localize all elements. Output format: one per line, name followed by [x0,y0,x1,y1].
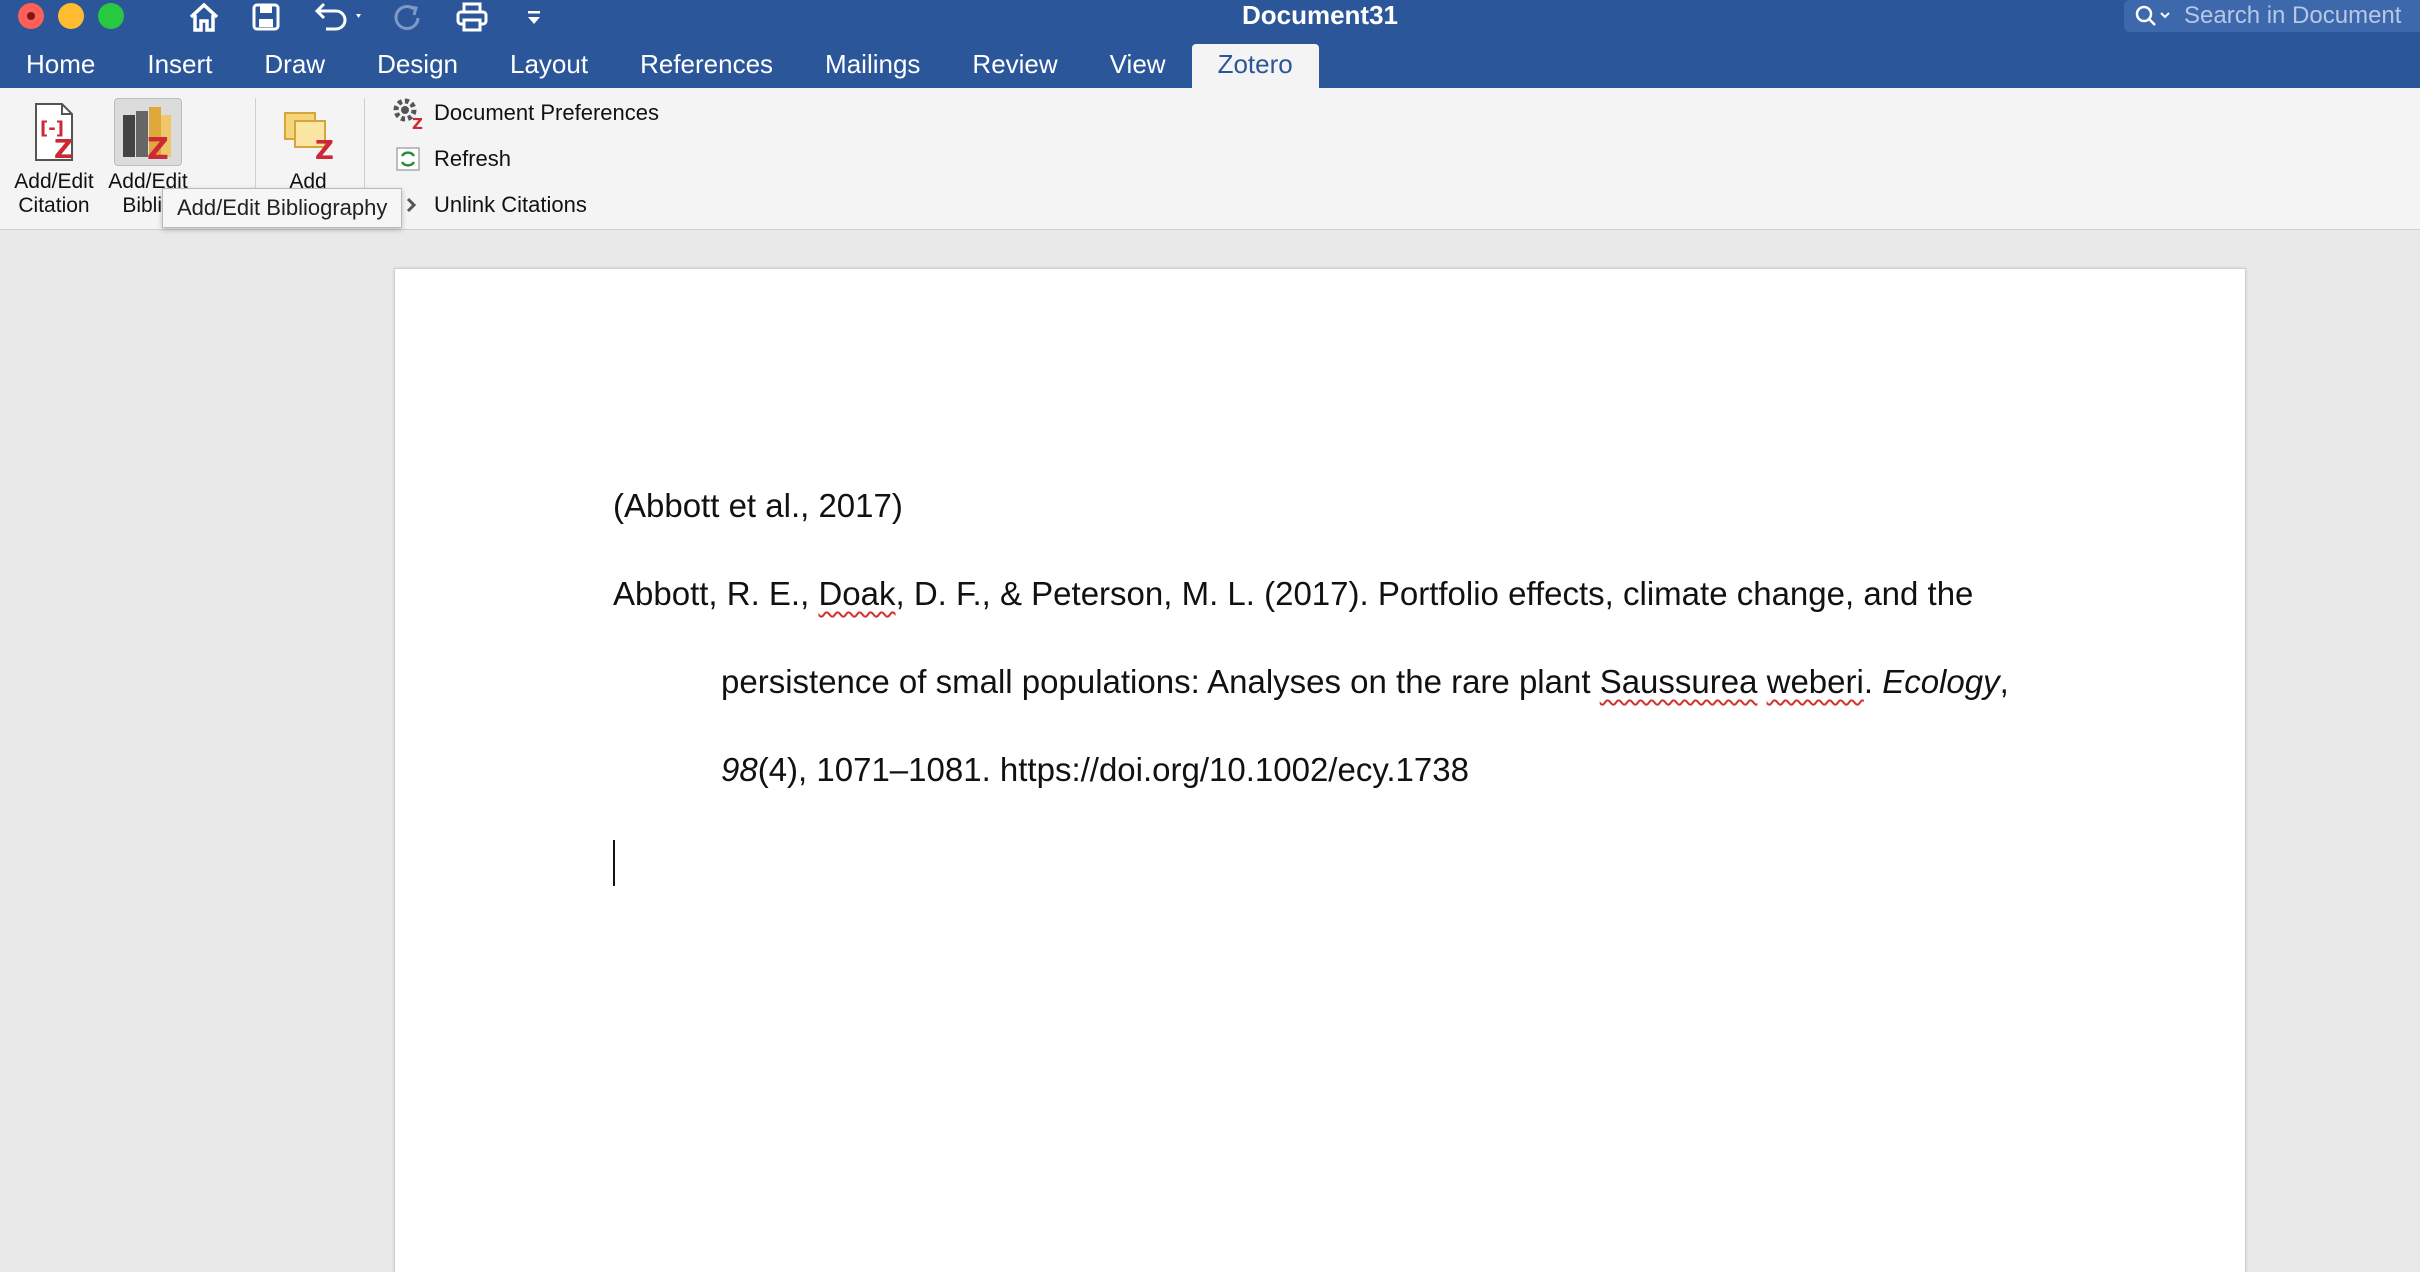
reference-text: (4), 1071–1081. https://doi.org/10.1002/… [757,751,1469,788]
chevron-down-icon [528,11,540,24]
reference-text: , D. F., & Peterson, M. L. (2017). Portf… [895,575,1974,612]
reference-text: , [1999,663,2009,700]
reference-line-2: persistence of small populations: Analys… [721,663,2009,701]
ribbon-tabs: Home Insert Draw Design Layout Reference… [0,44,1319,88]
bibliography-icon: Z [114,98,182,166]
add-edit-citation-label-2: Citation [18,194,90,217]
tab-design[interactable]: Design [351,44,484,88]
redo-icon [394,5,420,30]
reference-text: . [1863,663,1883,700]
close-icon [27,12,35,20]
volume-number: 98 [721,751,758,788]
tab-review[interactable]: Review [946,44,1083,88]
unlink-citations-label: Unlink Citations [434,192,587,217]
refresh-label: Refresh [434,146,512,171]
refresh-button[interactable]: Refresh [390,142,511,176]
spelling-flag: weberi [1766,663,1864,700]
document-preferences-label: Document Preferences [434,100,659,125]
search-field[interactable]: Search in Document [2124,0,2420,32]
tab-insert[interactable]: Insert [121,44,238,88]
title-bar: Document31 Search in Document Home Inser… [0,0,2420,88]
tab-draw[interactable]: Draw [238,44,351,88]
tab-references[interactable]: References [614,44,799,88]
svg-text:Z: Z [315,136,334,161]
add-note-button[interactable]: Z Add [270,98,346,194]
add-edit-citation-button[interactable]: [-] Z Add/Edit Citation [8,98,100,218]
text-cursor [613,840,615,886]
tab-layout[interactable]: Layout [484,44,614,88]
search-icon [2135,5,2170,26]
svg-text:Z: Z [54,135,73,164]
home-button[interactable] [184,0,224,34]
print-icon [456,2,488,32]
undo-button[interactable] [310,0,366,34]
customize-toolbar-button[interactable] [522,0,546,34]
tab-mailings[interactable]: Mailings [799,44,946,88]
search-placeholder: Search in Document [2184,2,2402,29]
tab-zotero[interactable]: Zotero [1191,44,1319,88]
tab-view[interactable]: View [1084,44,1192,88]
spelling-flag: Saussurea [1599,663,1758,700]
save-icon [252,3,280,31]
citation-text: (Abbott et al., 2017) [613,487,903,524]
reference-text: Abbott, R. E., [613,575,819,612]
svg-text:Z: Z [147,132,169,163]
spelling-flag: Doak [818,575,896,612]
add-edit-citation-label-1: Add/Edit [14,170,94,193]
zoom-window-button[interactable] [98,3,124,29]
svg-text:Z: Z [412,115,423,130]
unlink-citations-button[interactable]: Unlink Citations [390,188,587,222]
close-window-button[interactable] [18,3,44,29]
minimize-window-button[interactable] [58,3,84,29]
tab-home[interactable]: Home [0,44,121,88]
redo-button[interactable] [388,0,428,34]
citation-icon: [-] Z [20,98,88,166]
reference-line-1: Abbott, R. E., Doak, D. F., & Peterson, … [613,575,1973,613]
document-title: Document31 [1241,0,1399,30]
reference-text [1757,663,1766,700]
journal-name: Ecology [1882,663,2000,700]
gear-icon: Z [390,96,426,130]
home-icon [189,2,219,32]
save-button[interactable] [248,0,284,34]
bibliography-tooltip: Add/Edit Bibliography [162,188,403,228]
undo-icon [314,2,361,31]
reference-line-3: 98(4), 1071–1081. https://doi.org/10.100… [721,751,1469,789]
reference-text: persistence of small populations: Analys… [721,663,1600,700]
print-button[interactable] [452,0,492,34]
document-page[interactable]: (Abbott et al., 2017) Abbott, R. E., Doa… [394,268,2246,1272]
refresh-icon [390,142,426,176]
document-preferences-button[interactable]: Z Document Preferences [390,96,659,130]
add-note-icon: Z [274,98,342,166]
